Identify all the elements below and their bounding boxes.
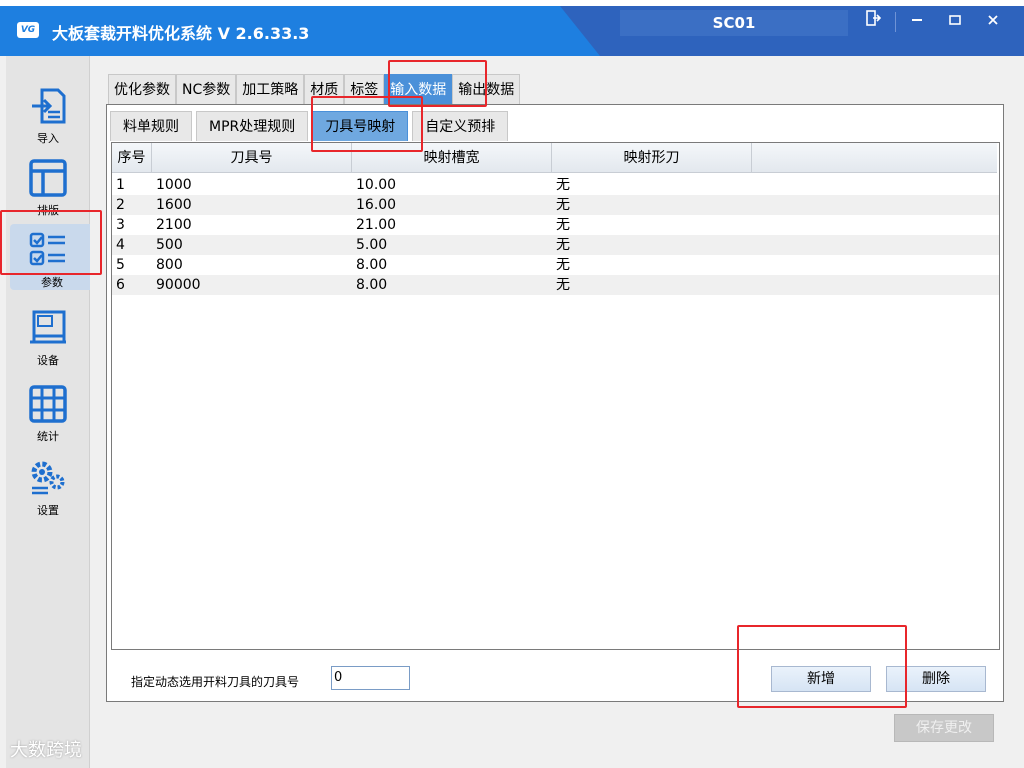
tab-nc-params[interactable]: NC参数 (176, 74, 237, 104)
cell-form-tool: 无 (556, 177, 570, 193)
cell-slot-width: 8.00 (356, 277, 388, 293)
table-row[interactable]: 5 800 8.00 无 (112, 255, 999, 275)
tool-mapping-table[interactable]: 序号 刀具号 映射槽宽 映射形刀 1 1000 10.00 无 2 1600 1… (111, 142, 1000, 650)
cell-form-tool: 无 (556, 237, 570, 253)
sidebar-item-label: 统计 (37, 430, 59, 443)
save-changes-button[interactable]: 保存更改 (894, 714, 994, 742)
cell-form-tool: 无 (556, 197, 570, 213)
sidebar-item-stats[interactable]: 统计 (6, 378, 90, 450)
close-icon[interactable] (978, 10, 1008, 34)
top-strip (0, 0, 1024, 6)
app-logo: VG (17, 22, 39, 38)
cell-index: 3 (116, 217, 125, 233)
exit-icon[interactable] (858, 10, 888, 34)
tab-tool-mapping[interactable]: 刀具号映射 (312, 111, 409, 141)
sidebar-item-layout[interactable]: 排版 (6, 152, 90, 224)
minimize-icon[interactable] (902, 10, 932, 34)
sidebar-item-settings[interactable]: 设置 (6, 452, 90, 524)
table-body: 1 1000 10.00 无 2 1600 16.00 无 3 2100 21.… (112, 175, 999, 295)
watermark: 大数跨境 (10, 740, 82, 761)
cell-form-tool: 无 (556, 257, 570, 273)
maximize-icon[interactable] (940, 10, 970, 34)
add-button[interactable]: 新增 (771, 666, 871, 692)
top-tabs: 优化参数 NC参数 加工策略 材质 标签 输入数据 输出数据 (108, 74, 521, 104)
sidebar-item-params[interactable]: 参数 (10, 224, 94, 290)
tab-material[interactable]: 材质 (304, 74, 345, 104)
dynamic-tool-label: 指定动态选用开料刀具的刀具号 (131, 675, 300, 689)
header-form-tool[interactable]: 映射形刀 (552, 143, 752, 173)
cell-slot-width: 21.00 (356, 217, 397, 233)
station-name: SC01 (620, 10, 848, 36)
cell-index: 4 (116, 237, 125, 253)
cell-index: 1 (116, 177, 125, 193)
dynamic-tool-input[interactable]: 0 (331, 666, 410, 690)
sidebar-item-label: 参数 (41, 276, 63, 289)
cell-tool-number: 500 (156, 237, 183, 253)
cell-index: 2 (116, 197, 125, 213)
tab-custom-prelayout[interactable]: 自定义预排 (412, 111, 509, 141)
sidebar-item-label: 设置 (37, 504, 59, 517)
cell-form-tool: 无 (556, 277, 570, 293)
table-row[interactable]: 4 500 5.00 无 (112, 235, 999, 255)
table-header: 序号 刀具号 映射槽宽 映射形刀 (112, 143, 999, 175)
sidebar-item-label: 排版 (37, 204, 59, 217)
sidebar-item-machine[interactable]: 设备 (6, 302, 90, 374)
checklist-icon (28, 230, 68, 270)
title-bar: VG 大板套裁开料优化系统 V 2.6.33.3 SC01 (0, 0, 1024, 56)
cell-slot-width: 10.00 (356, 177, 397, 193)
tab-process-strategy[interactable]: 加工策略 (236, 74, 305, 104)
header-tool-number[interactable]: 刀具号 (152, 143, 352, 173)
table-row[interactable]: 3 2100 21.00 无 (112, 215, 999, 235)
cell-tool-number: 800 (156, 257, 183, 273)
header-filler (752, 143, 997, 173)
title-separator (895, 12, 896, 32)
sidebar-item-import[interactable]: 导入 (6, 80, 90, 152)
cell-tool-number: 1000 (156, 177, 192, 193)
tab-input-data[interactable]: 输入数据 (384, 74, 453, 104)
layout-icon (28, 158, 68, 198)
app-title: 大板套裁开料优化系统 V 2.6.33.3 (52, 24, 310, 43)
header-slot-width[interactable]: 映射槽宽 (352, 143, 552, 173)
delete-button[interactable]: 删除 (886, 666, 986, 692)
table-icon (28, 384, 68, 424)
cell-form-tool: 无 (556, 217, 570, 233)
tab-output-data[interactable]: 输出数据 (452, 74, 521, 104)
table-row[interactable]: 2 1600 16.00 无 (112, 195, 999, 215)
machine-icon (28, 308, 68, 348)
cell-index: 5 (116, 257, 125, 273)
cell-slot-width: 16.00 (356, 197, 397, 213)
tab-optimize-params[interactable]: 优化参数 (108, 74, 176, 104)
cell-slot-width: 8.00 (356, 257, 388, 273)
sidebar-item-label: 导入 (37, 132, 59, 145)
cell-tool-number: 1600 (156, 197, 192, 213)
header-index[interactable]: 序号 (112, 143, 152, 173)
tab-mpr-rules[interactable]: MPR处理规则 (196, 111, 309, 141)
tab-list-rules[interactable]: 料单规则 (110, 111, 192, 141)
table-row[interactable]: 6 90000 8.00 无 (112, 275, 999, 295)
cell-index: 6 (116, 277, 125, 293)
sub-tabs: 料单规则 MPR处理规则 刀具号映射 自定义预排 (110, 111, 512, 141)
gears-icon (28, 458, 68, 498)
cell-tool-number: 2100 (156, 217, 192, 233)
tab-label[interactable]: 标签 (344, 74, 385, 104)
table-row[interactable]: 1 1000 10.00 无 (112, 175, 999, 195)
cell-slot-width: 5.00 (356, 237, 388, 253)
import-icon (28, 86, 68, 126)
sidebar: 导入 排版 参数 设备 统计 设置 (6, 56, 94, 768)
cell-tool-number: 90000 (156, 277, 201, 293)
sidebar-item-label: 设备 (37, 354, 59, 367)
